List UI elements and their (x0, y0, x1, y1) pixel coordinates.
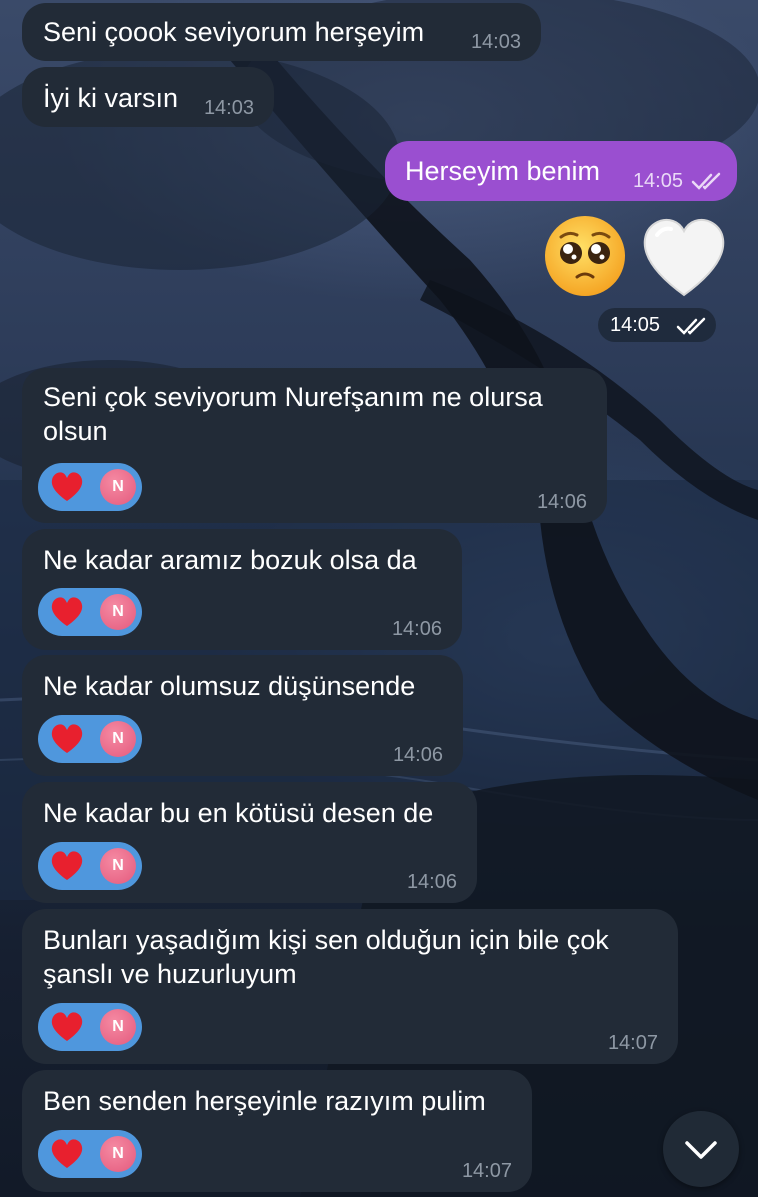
sticker-time-badge: 14:05 (598, 308, 716, 342)
reaction-chip[interactable]: N (38, 463, 142, 511)
reaction-chip[interactable]: N (38, 715, 142, 763)
message-bubble-incoming[interactable]: Ne kadar aramız bozuk olsa da N 14:06 (22, 529, 462, 650)
avatar: N (100, 1136, 136, 1172)
message-bubble-incoming[interactable]: Seni çok seviyorum Nurefşanım ne olursa … (22, 368, 607, 523)
message-time: 14:06 (392, 744, 443, 766)
message-bubble-incoming[interactable]: İyi ki varsın 14:03 (22, 67, 274, 127)
message-time: 14:03 (470, 31, 521, 53)
chevron-down-icon (685, 1141, 717, 1159)
message-bubble-incoming[interactable]: Bunları yaşadığım kişi sen olduğun için … (22, 909, 678, 1064)
avatar: N (100, 848, 136, 884)
message-text: Seni çoook seviyorum herşeyim (43, 17, 425, 47)
message-text: Herseyim benim (405, 156, 601, 186)
message-time: 14:07 (607, 1032, 658, 1054)
heart-icon (51, 472, 83, 501)
double-check-icon (676, 317, 706, 335)
message-text: Ne kadar bu en kötüsü desen de (43, 798, 434, 828)
message-time: 14:05 (610, 314, 661, 336)
heart-icon (51, 597, 83, 626)
sticker-message[interactable] (541, 213, 731, 303)
reaction-chip[interactable]: N (38, 1003, 142, 1051)
message-text: Ben senden herşeyinle razıyım pulim (43, 1086, 486, 1116)
double-check-icon (691, 172, 721, 190)
reaction-chip[interactable]: N (38, 1130, 142, 1178)
avatar: N (100, 1009, 136, 1045)
message-bubble-incoming[interactable]: Ne kadar bu en kötüsü desen de N 14:06 (22, 782, 477, 903)
avatar: N (100, 721, 136, 757)
heart-icon (51, 851, 83, 880)
message-time: 14:06 (536, 491, 587, 513)
reaction-chip[interactable]: N (38, 842, 142, 890)
avatar: N (100, 469, 136, 505)
message-time: 14:06 (391, 618, 442, 640)
message-bubble-incoming[interactable]: Ne kadar olumsuz düşünsende N 14:06 (22, 655, 463, 776)
white-heart-icon (643, 219, 725, 297)
message-time: 14:03 (203, 97, 254, 119)
message-text: Bunları yaşadığım kişi sen olduğun için … (43, 925, 609, 989)
message-text: Ne kadar aramız bozuk olsa da (43, 545, 417, 575)
message-bubble-incoming[interactable]: Seni çoook seviyorum herşeyim 14:03 (22, 3, 541, 61)
heart-icon (51, 724, 83, 753)
message-text: İyi ki varsın (43, 83, 179, 113)
message-text: Seni çok seviyorum Nurefşanım ne olursa … (43, 382, 543, 446)
message-time: 14:07 (461, 1160, 512, 1182)
reaction-chip[interactable]: N (38, 588, 142, 636)
message-text: Ne kadar olumsuz düşünsende (43, 671, 416, 701)
message-time: 14:06 (406, 871, 457, 893)
message-bubble-outgoing[interactable]: Herseyim benim 14:05 (385, 141, 737, 201)
heart-icon (51, 1012, 83, 1041)
avatar: N (100, 594, 136, 630)
scroll-to-bottom-button[interactable] (663, 1111, 739, 1187)
message-time: 14:05 (632, 170, 683, 192)
message-bubble-incoming[interactable]: Ben senden herşeyinle razıyım pulim N 14… (22, 1070, 532, 1192)
heart-icon (51, 1139, 83, 1168)
